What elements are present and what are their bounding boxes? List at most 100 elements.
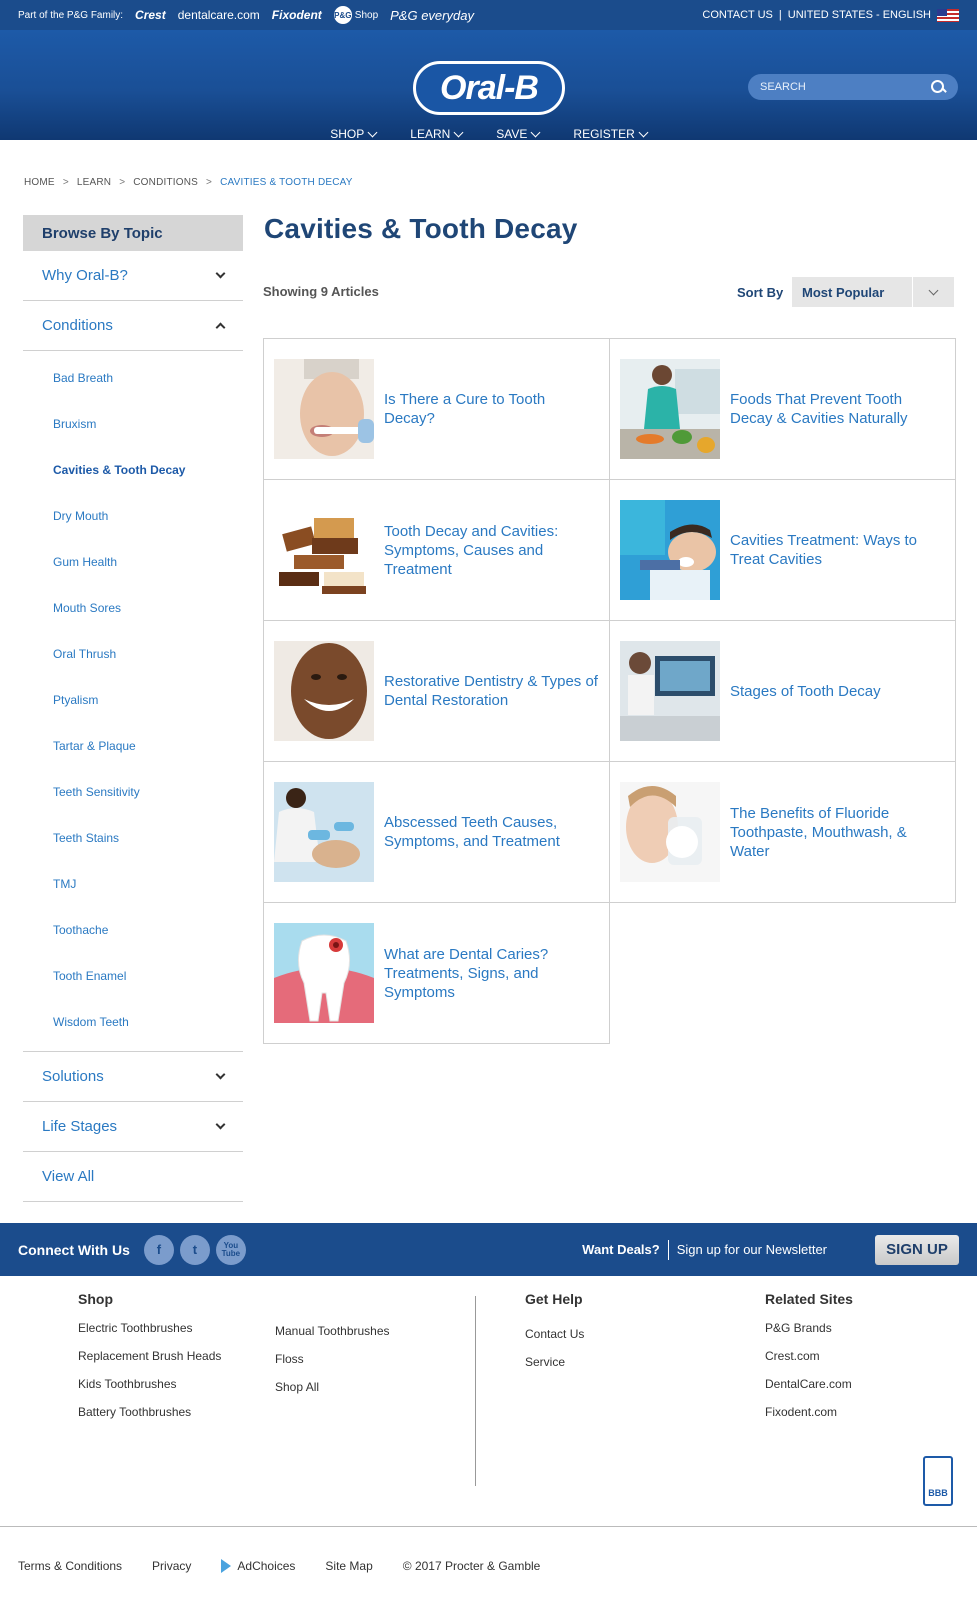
sidebar-subitem-active[interactable]: Cavities & Tooth Decay bbox=[23, 447, 243, 493]
article-title[interactable]: Abscessed Teeth Causes, Symptoms, and Tr… bbox=[384, 813, 599, 851]
sidebar-subitem[interactable]: Tooth Enamel bbox=[23, 953, 243, 999]
article-card[interactable]: Stages of Tooth Decay bbox=[609, 620, 956, 762]
article-thumbnail[interactable] bbox=[274, 782, 374, 882]
article-thumbnail[interactable] bbox=[274, 359, 374, 459]
youtube-icon[interactable]: You Tube bbox=[215, 1234, 246, 1265]
article-title[interactable]: What are Dental Caries? Treatments, Sign… bbox=[384, 945, 599, 1002]
sidebar-subitem[interactable]: TMJ bbox=[23, 861, 243, 907]
footer-link[interactable]: Contact Us bbox=[525, 1327, 584, 1355]
footer-link[interactable]: Battery Toothbrushes bbox=[78, 1405, 221, 1433]
article-card[interactable]: Tooth Decay and Cavities: Symptoms, Caus… bbox=[263, 479, 610, 621]
breadcrumb-conditions[interactable]: CONDITIONS bbox=[133, 177, 198, 188]
article-title[interactable]: Foods That Prevent Tooth Decay & Cavitie… bbox=[730, 390, 945, 428]
sidebar-subitem[interactable]: Ptyalism bbox=[23, 677, 243, 723]
topic-sidebar: Browse By Topic Why Oral-B? Conditions B… bbox=[23, 215, 243, 1202]
sidebar-subitem[interactable]: Mouth Sores bbox=[23, 585, 243, 631]
facebook-icon[interactable]: f bbox=[143, 1234, 174, 1265]
article-thumbnail[interactable] bbox=[274, 923, 374, 1023]
pg-everyday-link[interactable]: P&G everyday bbox=[390, 8, 474, 23]
nav-save[interactable]: SAVE bbox=[496, 127, 541, 141]
sidebar-subitem[interactable]: Oral Thrush bbox=[23, 631, 243, 677]
oral-b-logo[interactable]: Oral-B bbox=[413, 61, 565, 115]
terms-link[interactable]: Terms & Conditions bbox=[18, 1559, 122, 1573]
main-nav: SHOP LEARN SAVE REGISTER bbox=[0, 127, 977, 141]
footer-link[interactable]: Fixodent.com bbox=[765, 1405, 853, 1433]
footer-link[interactable]: Replacement Brush Heads bbox=[78, 1349, 221, 1377]
article-thumbnail[interactable] bbox=[620, 359, 720, 459]
sidebar-item-view-all[interactable]: View All bbox=[23, 1152, 243, 1202]
footer-link[interactable]: Floss bbox=[275, 1352, 390, 1380]
article-title[interactable]: The Benefits of Fluoride Toothpaste, Mou… bbox=[730, 804, 945, 861]
article-thumbnail[interactable] bbox=[274, 500, 374, 600]
sort-select[interactable]: Most Popular bbox=[792, 277, 954, 307]
crest-link[interactable]: Crest bbox=[135, 8, 166, 22]
article-card[interactable]: Foods That Prevent Tooth Decay & Cavitie… bbox=[609, 338, 956, 480]
nav-shop-label: SHOP bbox=[330, 127, 365, 141]
article-thumbnail[interactable] bbox=[274, 641, 374, 741]
sitemap-link[interactable]: Site Map bbox=[325, 1559, 372, 1573]
article-title[interactable]: Cavities Treatment: Ways to Treat Caviti… bbox=[730, 531, 945, 569]
sidebar-subitem[interactable]: Bad Breath bbox=[23, 355, 243, 401]
article-thumbnail[interactable] bbox=[620, 782, 720, 882]
footer-link[interactable]: Shop All bbox=[275, 1380, 390, 1408]
sidebar-item-conditions[interactable]: Conditions bbox=[23, 301, 243, 351]
pg-shop-link[interactable]: P&G Shop bbox=[333, 6, 378, 24]
fixodent-link[interactable]: Fixodent bbox=[272, 8, 322, 22]
search-input[interactable]: SEARCH bbox=[748, 74, 958, 100]
sidebar-subitem[interactable]: Teeth Sensitivity bbox=[23, 769, 243, 815]
footer-link[interactable]: Manual Toothbrushes bbox=[275, 1324, 390, 1352]
footer-link[interactable]: Kids Toothbrushes bbox=[78, 1377, 221, 1405]
article-card[interactable]: Cavities Treatment: Ways to Treat Caviti… bbox=[609, 479, 956, 621]
article-title[interactable]: Restorative Dentistry & Types of Dental … bbox=[384, 672, 599, 710]
sidebar-subitem[interactable]: Bruxism bbox=[23, 401, 243, 447]
footer-link[interactable]: Crest.com bbox=[765, 1349, 853, 1377]
sidebar-subitem[interactable]: Dry Mouth bbox=[23, 493, 243, 539]
footer-link[interactable]: Service bbox=[525, 1355, 584, 1383]
privacy-link[interactable]: Privacy bbox=[152, 1559, 191, 1573]
article-card[interactable]: Restorative Dentistry & Types of Dental … bbox=[263, 620, 610, 762]
connect-label: Connect With Us bbox=[18, 1241, 130, 1258]
footer-heading: Get Help bbox=[525, 1291, 583, 1307]
chevron-down-icon bbox=[928, 285, 939, 295]
article-card[interactable]: Is There a Cure to Tooth Decay? bbox=[263, 338, 610, 480]
sidebar-subitem[interactable]: Tartar & Plaque bbox=[23, 723, 243, 769]
article-card[interactable]: The Benefits of Fluoride Toothpaste, Mou… bbox=[609, 761, 956, 903]
sort-dropdown-button[interactable] bbox=[912, 277, 954, 307]
sort-value: Most Popular bbox=[802, 284, 885, 300]
article-card[interactable]: What are Dental Caries? Treatments, Sign… bbox=[263, 902, 610, 1044]
sidebar-item-life-stages[interactable]: Life Stages bbox=[23, 1102, 243, 1152]
footer-link[interactable]: P&G Brands bbox=[765, 1321, 853, 1349]
sidebar-subitem[interactable]: Gum Health bbox=[23, 539, 243, 585]
nav-shop[interactable]: SHOP bbox=[330, 127, 378, 141]
breadcrumb-learn[interactable]: LEARN bbox=[77, 177, 111, 188]
region-selector[interactable]: UNITED STATES - ENGLISH bbox=[788, 9, 931, 21]
us-flag-icon[interactable] bbox=[937, 8, 959, 22]
article-card[interactable]: Abscessed Teeth Causes, Symptoms, and Tr… bbox=[263, 761, 610, 903]
nav-register[interactable]: REGISTER bbox=[573, 127, 649, 141]
article-count: Showing 9 Articles bbox=[263, 284, 379, 299]
signup-button[interactable]: SIGN UP bbox=[875, 1234, 959, 1265]
contact-us-link[interactable]: CONTACT US bbox=[702, 9, 773, 21]
article-thumbnail[interactable] bbox=[620, 500, 720, 600]
adchoices-link[interactable]: AdChoices bbox=[221, 1559, 295, 1573]
dentalcare-link[interactable]: dentalcare.com bbox=[178, 8, 260, 22]
search-icon[interactable] bbox=[931, 79, 946, 95]
sidebar-subitem[interactable]: Wisdom Teeth bbox=[23, 999, 243, 1045]
footer-link[interactable]: DentalCare.com bbox=[765, 1377, 853, 1405]
twitter-icon[interactable]: t bbox=[179, 1234, 210, 1265]
sidebar-subitem[interactable]: Toothache bbox=[23, 907, 243, 953]
article-thumbnail[interactable] bbox=[620, 641, 720, 741]
article-title[interactable]: Tooth Decay and Cavities: Symptoms, Caus… bbox=[384, 522, 599, 579]
empty-grid-cell bbox=[609, 902, 956, 1044]
nav-learn[interactable]: LEARN bbox=[410, 127, 464, 141]
bbb-badge[interactable]: BBB bbox=[923, 1456, 953, 1506]
article-title[interactable]: Stages of Tooth Decay bbox=[730, 682, 881, 701]
sidebar-subitem[interactable]: Teeth Stains bbox=[23, 815, 243, 861]
breadcrumb-home[interactable]: HOME bbox=[24, 177, 55, 188]
chevron-down-icon bbox=[215, 268, 226, 279]
conditions-submenu: Bad Breath Bruxism Cavities & Tooth Deca… bbox=[23, 351, 243, 1052]
sidebar-item-why-oral-b[interactable]: Why Oral-B? bbox=[23, 251, 243, 301]
sidebar-item-solutions[interactable]: Solutions bbox=[23, 1052, 243, 1102]
article-title[interactable]: Is There a Cure to Tooth Decay? bbox=[384, 390, 599, 428]
footer-link[interactable]: Electric Toothbrushes bbox=[78, 1321, 221, 1349]
